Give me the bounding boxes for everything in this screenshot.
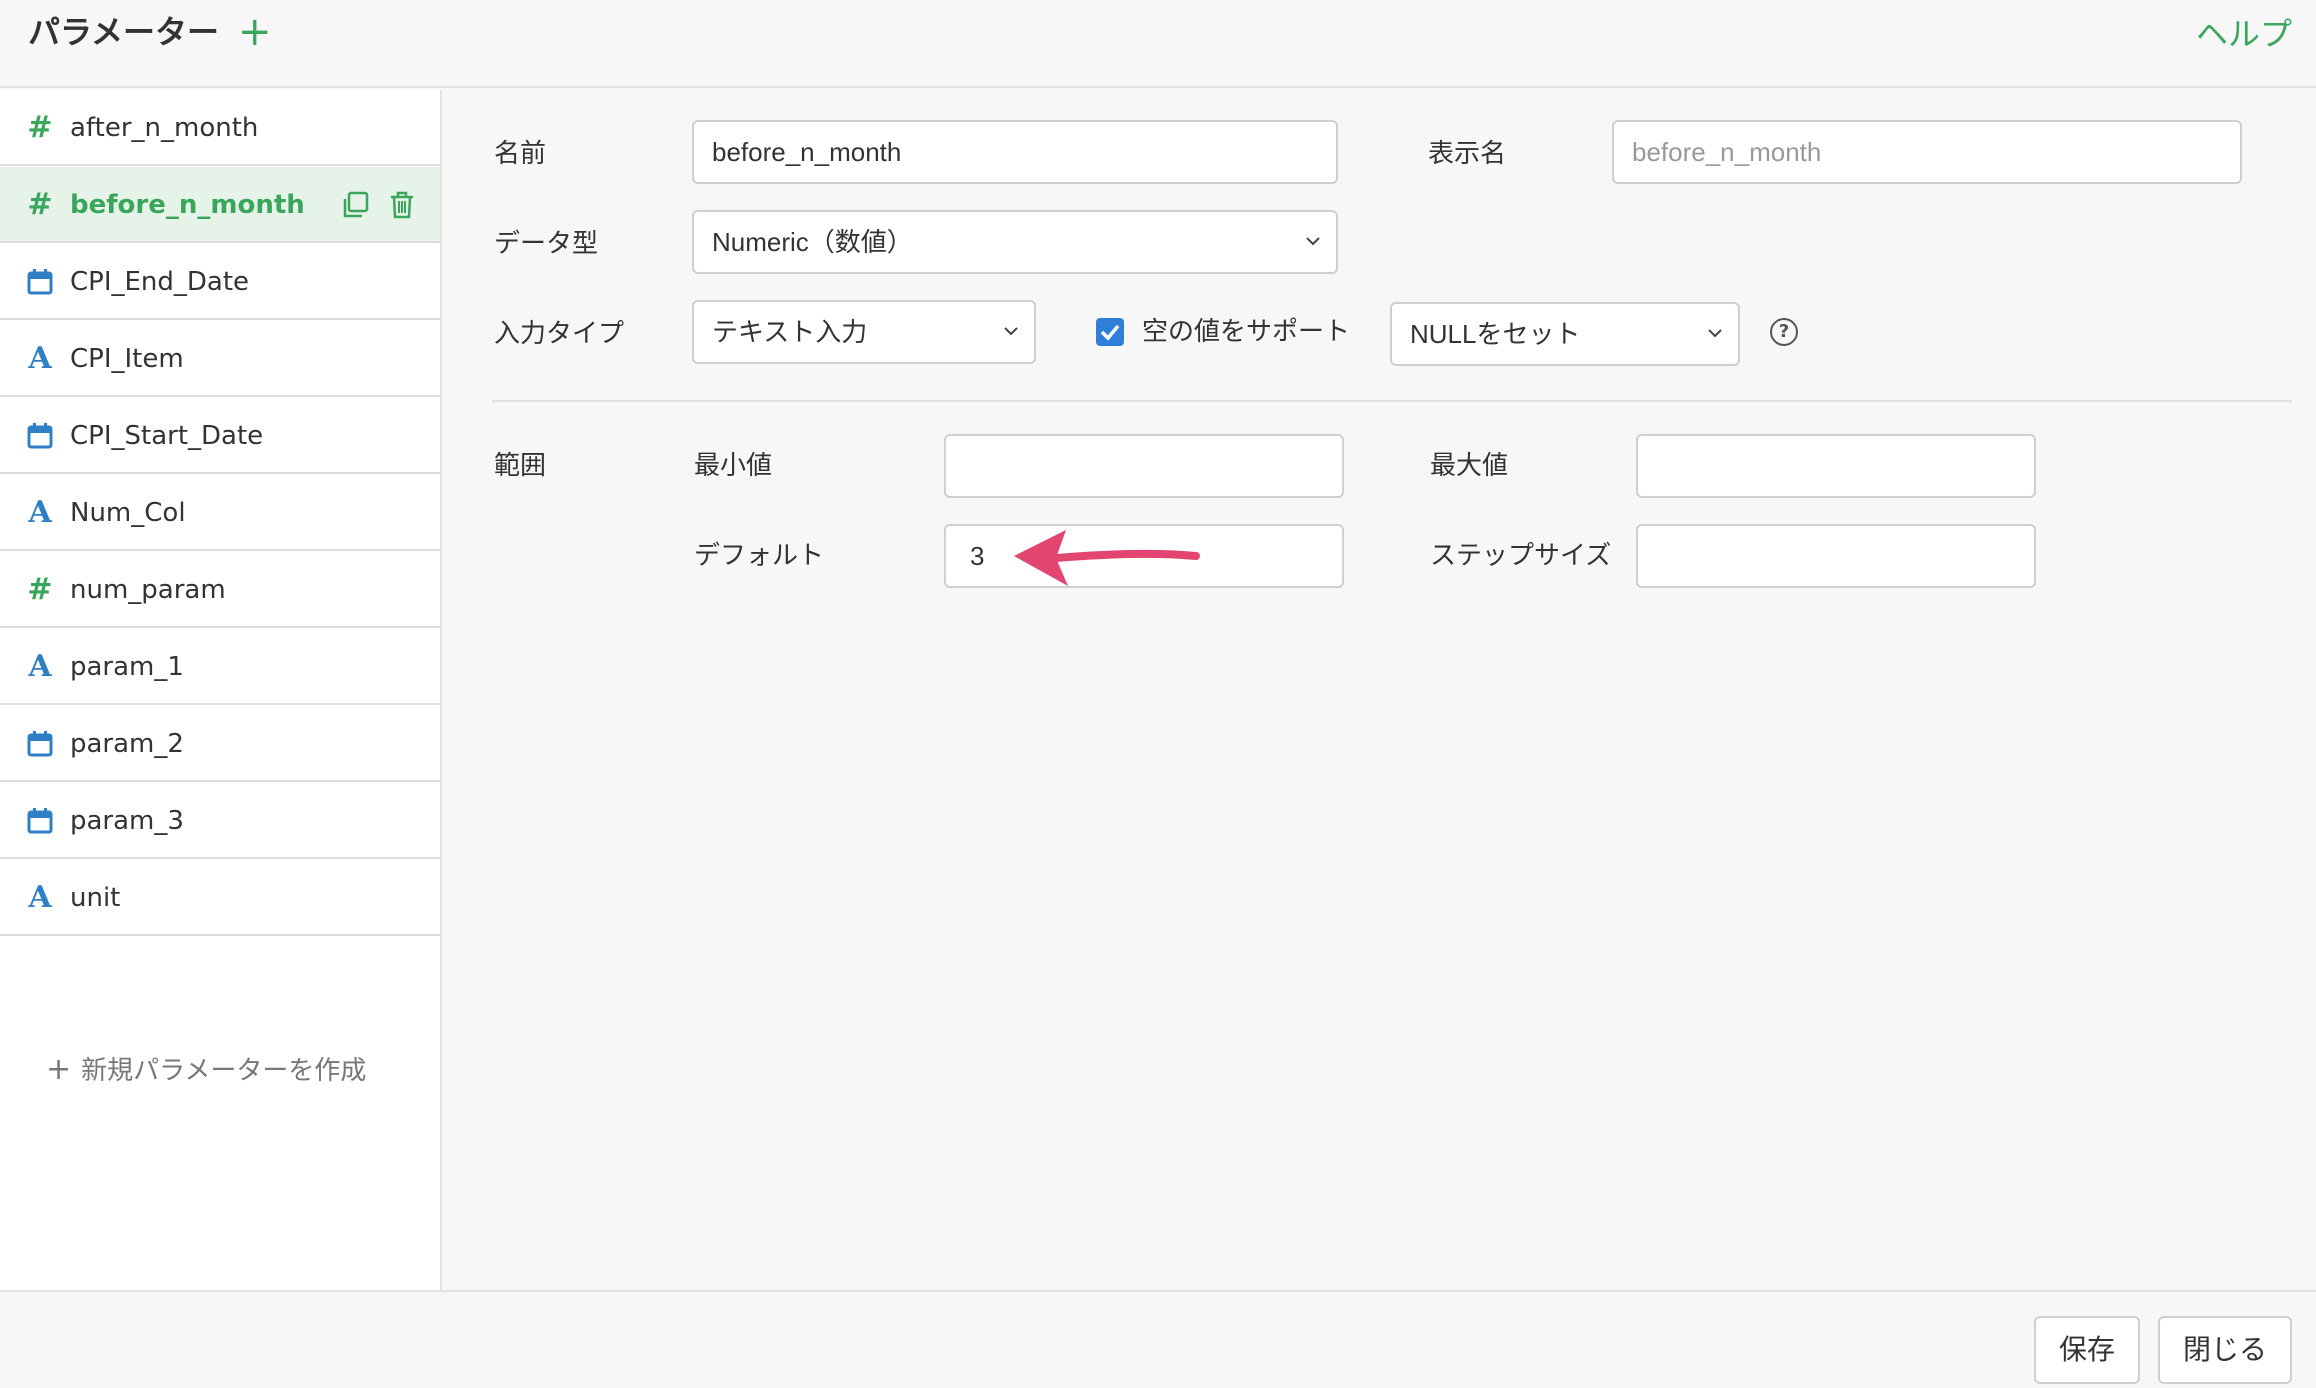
hash-icon: # [27,110,53,145]
input-type-value: テキスト入力 [712,317,868,347]
calendar-icon [26,801,54,841]
sidebar-item-label: unit [70,883,121,913]
sidebar-item-num-param[interactable]: # num_param [0,552,440,628]
header: パラメーター + ヘルプ [0,0,2316,88]
help-link[interactable]: ヘルプ [2196,12,2292,56]
support-empty-label: 空の値をサポート [1142,317,1351,347]
sidebar-item-label: CPI_Item [70,344,184,374]
data-type-select[interactable]: Numeric（数値） [692,210,1338,274]
text-type-icon: A [28,880,52,915]
sidebar-item-cpi-end-date[interactable]: CPI_End_Date [0,244,440,320]
chevron-down-icon [1306,237,1320,246]
annotation-arrow-icon [1014,530,1200,586]
data-type-value: Numeric（数値） [712,227,913,257]
page-title: パラメーター [28,13,220,51]
sidebar-item-label: before_n_month [70,190,305,220]
hash-icon: # [27,187,53,222]
add-parameter-button[interactable]: + [238,10,272,54]
sidebar-item-label: CPI_Start_Date [70,421,264,451]
text-type-icon: A [28,649,52,684]
sidebar-item-param-2[interactable]: param_2 [0,706,440,782]
chevron-down-icon [1708,329,1722,338]
display-name-label: 表示名 [1428,139,1507,169]
support-empty-checkbox[interactable] [1096,318,1124,346]
sidebar-item-label: param_2 [70,729,184,759]
question-circle-icon[interactable]: ? [1770,318,1798,346]
save-button[interactable]: 保存 [2034,1316,2140,1384]
sidebar-item-label: param_3 [70,806,184,836]
close-button[interactable]: 閉じる [2158,1316,2292,1384]
min-label: 最小値 [694,451,773,481]
calendar-icon [26,416,54,456]
sidebar-item-num-col[interactable]: A Num_Col [0,475,440,551]
trash-icon[interactable] [386,189,418,221]
min-value-input[interactable] [944,434,1344,498]
sidebar-item-label: num_param [70,575,226,605]
new-parameter-link[interactable]: + 新規パラメーターを作成 [46,1050,366,1091]
plus-icon: + [46,1052,72,1087]
sidebar-item-label: CPI_End_Date [70,267,250,297]
parameter-sidebar: # after_n_month # before_n_month CPI_End… [0,90,442,1290]
input-type-select[interactable]: テキスト入力 [692,300,1036,364]
sidebar-item-label: Num_Col [70,498,186,528]
checkmark-icon [1100,324,1120,341]
display-name-input[interactable]: before_n_month [1612,120,2242,184]
divider [492,400,2292,402]
text-type-icon: A [28,495,52,530]
default-label: デフォルト [694,541,825,571]
null-option-value: NULLをセット [1410,319,1581,349]
sidebar-item-after-n-month[interactable]: # after_n_month [0,90,440,166]
sidebar-item-cpi-item[interactable]: A CPI_Item [0,321,440,397]
null-option-select[interactable]: NULLをセット [1390,302,1740,366]
range-label: 範囲 [494,451,547,481]
calendar-icon [26,262,54,302]
name-input[interactable]: before_n_month [692,120,1338,184]
name-label: 名前 [494,139,547,169]
step-size-label: ステップサイズ [1430,541,1612,571]
sidebar-item-param-1[interactable]: A param_1 [0,629,440,705]
input-type-label: 入力タイプ [494,319,625,349]
duplicate-icon[interactable] [340,189,372,221]
sidebar-item-before-n-month[interactable]: # before_n_month [0,167,440,243]
sidebar-item-label: after_n_month [70,113,259,143]
chevron-down-icon [1004,327,1018,336]
sidebar-item-param-3[interactable]: param_3 [0,783,440,859]
text-type-icon: A [28,341,52,376]
parameter-form: 名前 before_n_month 表示名 before_n_month データ… [444,90,2316,1290]
sidebar-item-label: param_1 [70,652,184,682]
max-label: 最大値 [1430,451,1509,481]
step-size-input[interactable] [1636,524,2036,588]
hash-icon: # [27,572,53,607]
new-parameter-label: 新規パラメーターを作成 [81,1056,367,1086]
max-value-input[interactable] [1636,434,2036,498]
data-type-label: データ型 [494,229,599,259]
sidebar-item-cpi-start-date[interactable]: CPI_Start_Date [0,398,440,474]
calendar-icon [26,724,54,764]
footer: 保存 閉じる [0,1290,2316,1388]
sidebar-item-unit[interactable]: A unit [0,860,440,936]
